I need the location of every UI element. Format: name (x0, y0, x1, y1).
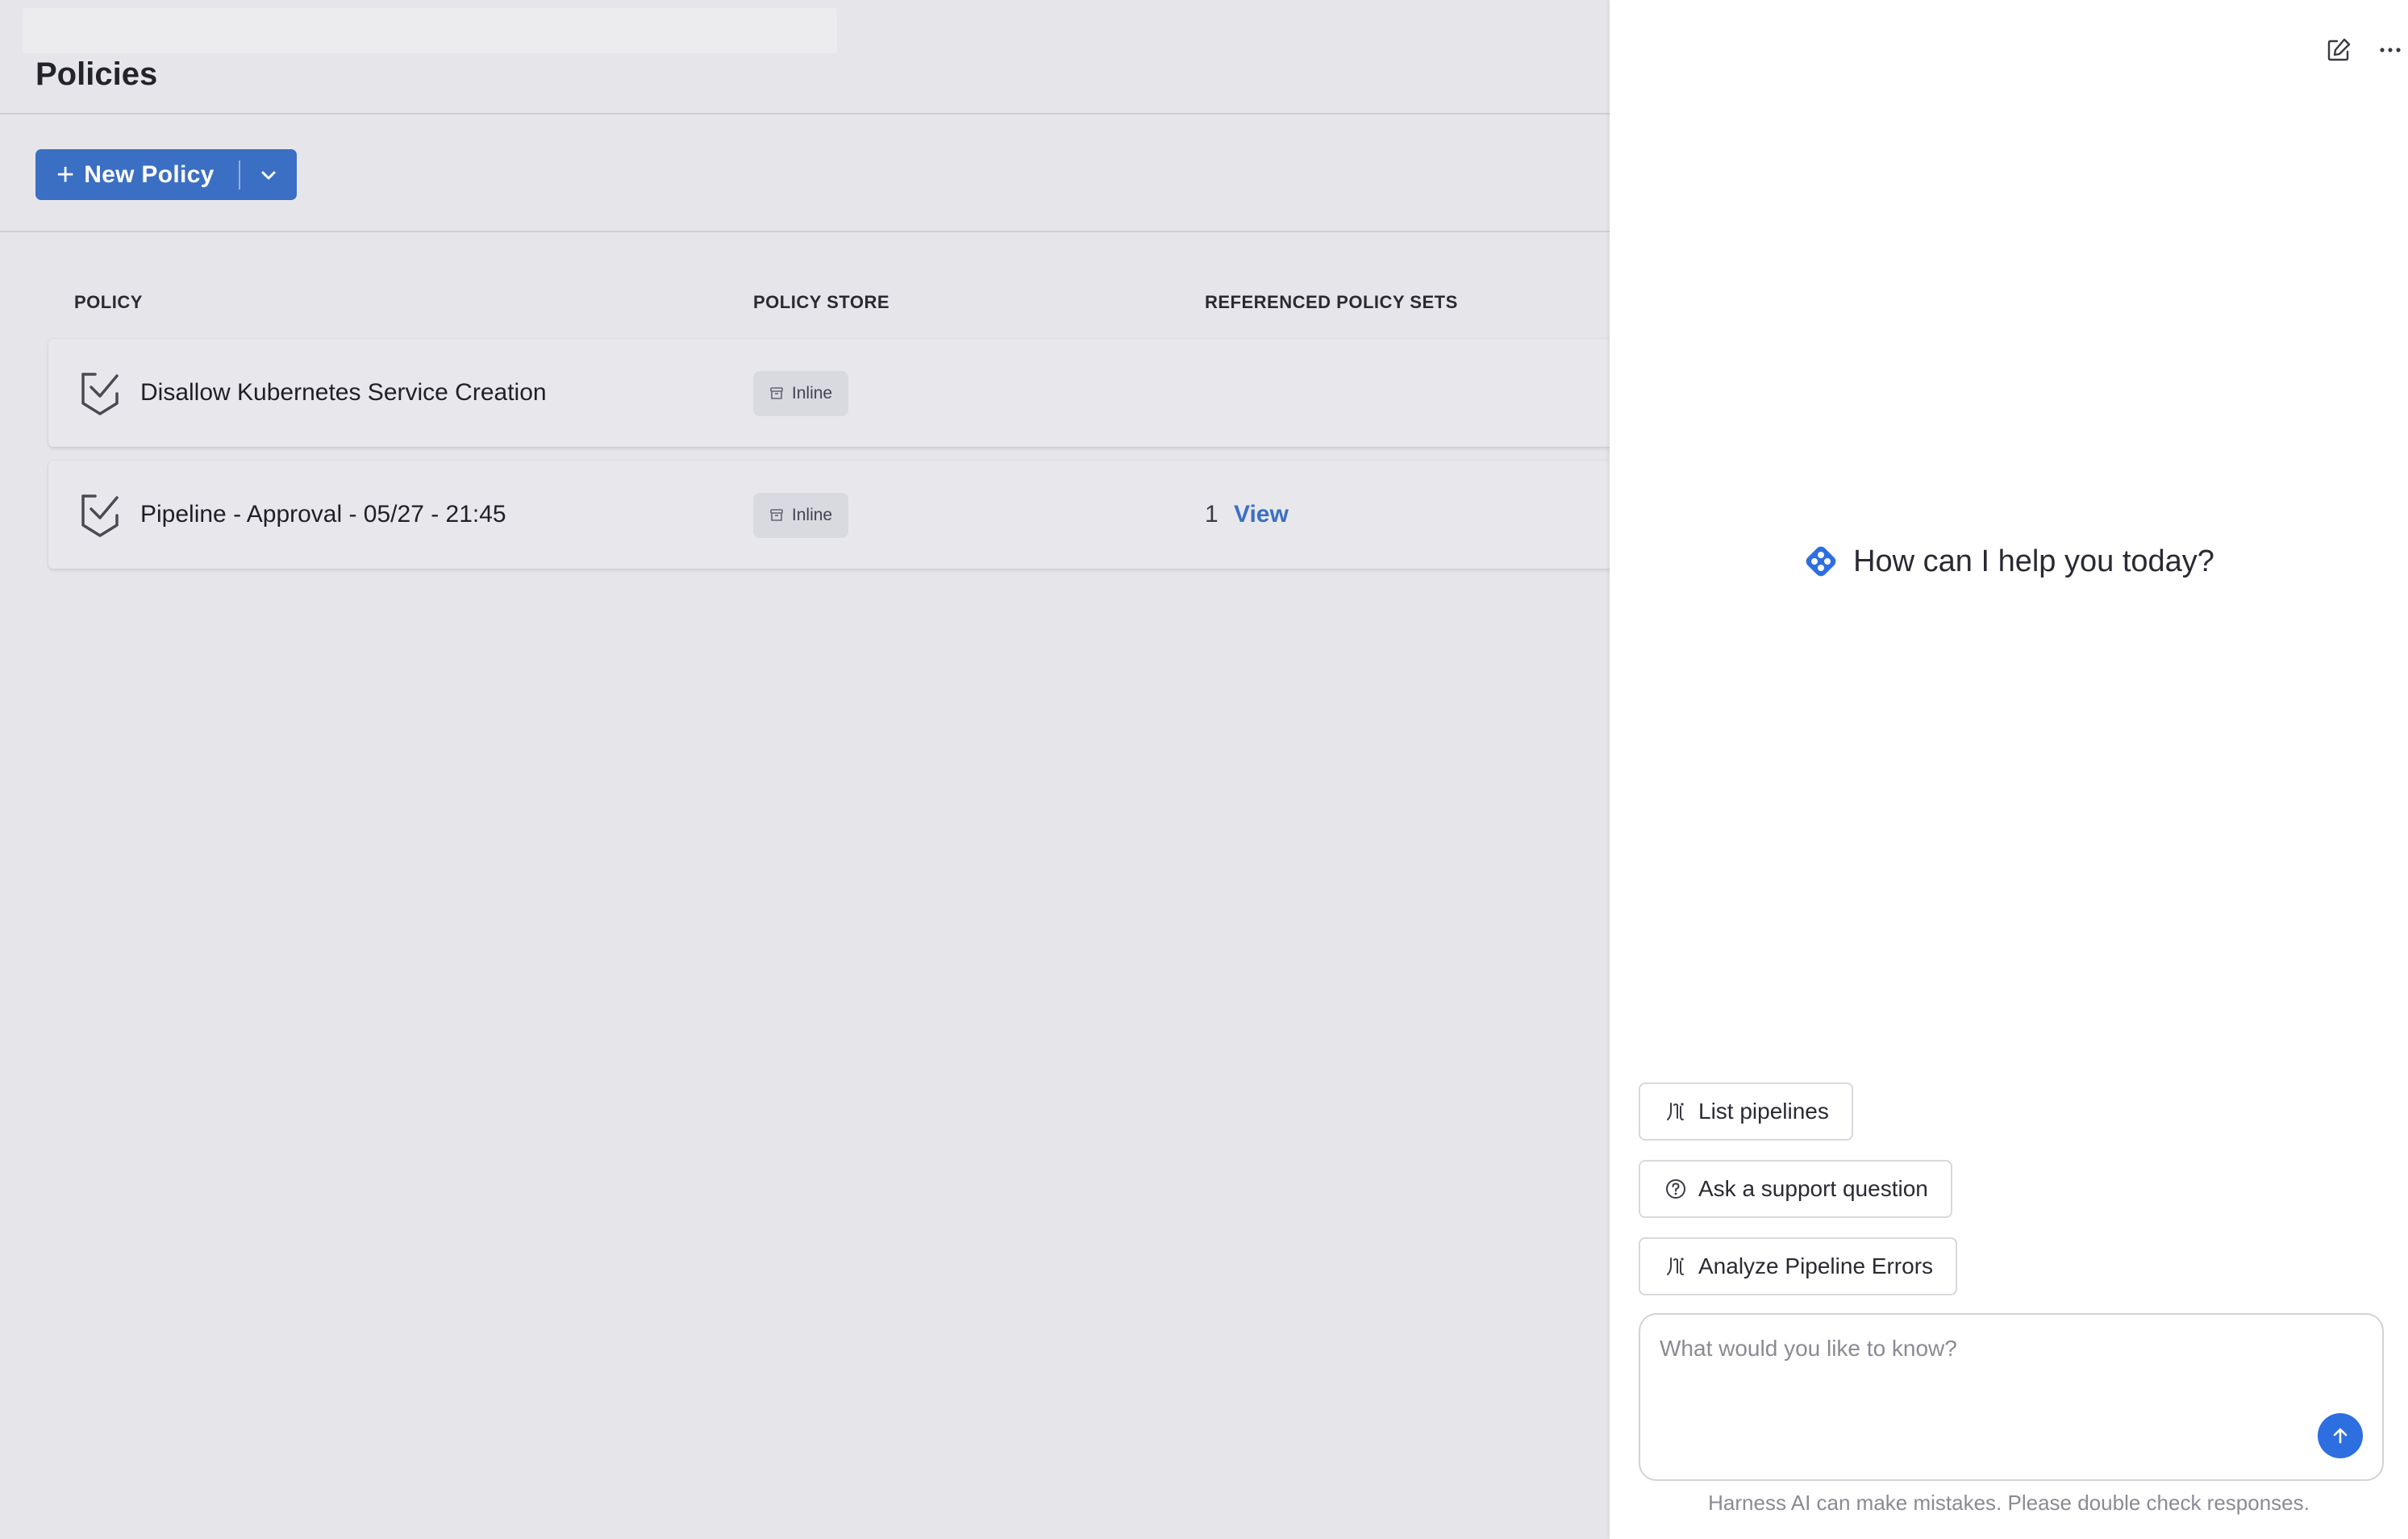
main-content: Policies + New Policy POLICY POLICY STOR… (0, 0, 1613, 1539)
pipeline-icon (1667, 1103, 1684, 1120)
view-referenced-sets-link[interactable]: View (1234, 461, 1289, 569)
header-divider (0, 113, 1610, 115)
column-header-policy-store[interactable]: POLICY STORE (753, 292, 889, 313)
inline-store-icon (770, 387, 783, 399)
more-options-icon[interactable] (2376, 35, 2405, 65)
prompt-input[interactable] (1660, 1336, 2305, 1457)
policy-shield-icon (81, 494, 119, 537)
new-policy-label: New Policy (84, 161, 215, 188)
send-button[interactable] (2318, 1413, 2363, 1458)
policy-store-label: Inline (791, 384, 833, 402)
panel-actions (2295, 32, 2408, 68)
policy-store-label: Inline (791, 506, 833, 524)
policy-store-badge: Inline (753, 493, 848, 538)
suggestion-label: List pipelines (1698, 1099, 1829, 1124)
policy-name[interactable]: Pipeline - Approval - 05/27 - 21:45 (140, 461, 506, 569)
table-row[interactable]: Pipeline - Approval - 05/27 - 21:45 Inli… (48, 461, 1613, 569)
new-policy-dropdown-toggle[interactable] (240, 149, 297, 200)
suggestion-label: Analyze Pipeline Errors (1698, 1253, 1934, 1278)
ai-assistant-panel: How can I help you today? List pipelines… (1610, 0, 2408, 1539)
breadcrumb-placeholder (23, 8, 837, 53)
arrow-up-icon (2333, 1428, 2348, 1444)
referenced-count: 1 (1205, 501, 1219, 528)
policy-store-badge: Inline (753, 371, 848, 416)
harness-ai-logo-icon (1806, 546, 1836, 577)
suggestion-list-pipelines[interactable]: List pipelines (1639, 1082, 1853, 1141)
column-header-policy[interactable]: POLICY (74, 292, 143, 313)
suggestion-label: Ask a support question (1698, 1176, 1928, 1201)
new-policy-button[interactable]: + New Policy (35, 149, 297, 200)
assistant-greeting: How can I help you today? (1610, 544, 2408, 579)
help-circle-icon (1666, 1179, 1685, 1199)
inline-store-icon (770, 509, 783, 521)
new-policy-main[interactable]: + New Policy (35, 157, 240, 192)
ai-disclaimer: Harness AI can make mistakes. Please dou… (1708, 1491, 2310, 1515)
toolbar-divider (0, 231, 1610, 232)
greeting-text: How can I help you today? (1853, 544, 2214, 578)
column-header-referenced-policy-sets[interactable]: REFERENCED POLICY SETS (1205, 292, 1458, 313)
policy-name[interactable]: Disallow Kubernetes Service Creation (140, 339, 547, 447)
suggestion-analyze-pipeline-errors[interactable]: Analyze Pipeline Errors (1639, 1237, 1958, 1295)
chevron-down-icon (261, 171, 276, 179)
table-row[interactable]: Disallow Kubernetes Service Creation Inl… (48, 339, 1613, 447)
plus-icon: + (56, 157, 75, 192)
prompt-box (1639, 1313, 2384, 1481)
policy-shield-icon (81, 373, 119, 415)
pipeline-icon (1667, 1257, 1684, 1275)
page-title: Policies (35, 56, 158, 92)
suggestion-ask-support-question[interactable]: Ask a support question (1639, 1160, 1952, 1218)
new-chat-edit-icon[interactable] (2324, 35, 2353, 65)
app-root: Policies + New Policy POLICY POLICY STOR… (0, 0, 2408, 1539)
